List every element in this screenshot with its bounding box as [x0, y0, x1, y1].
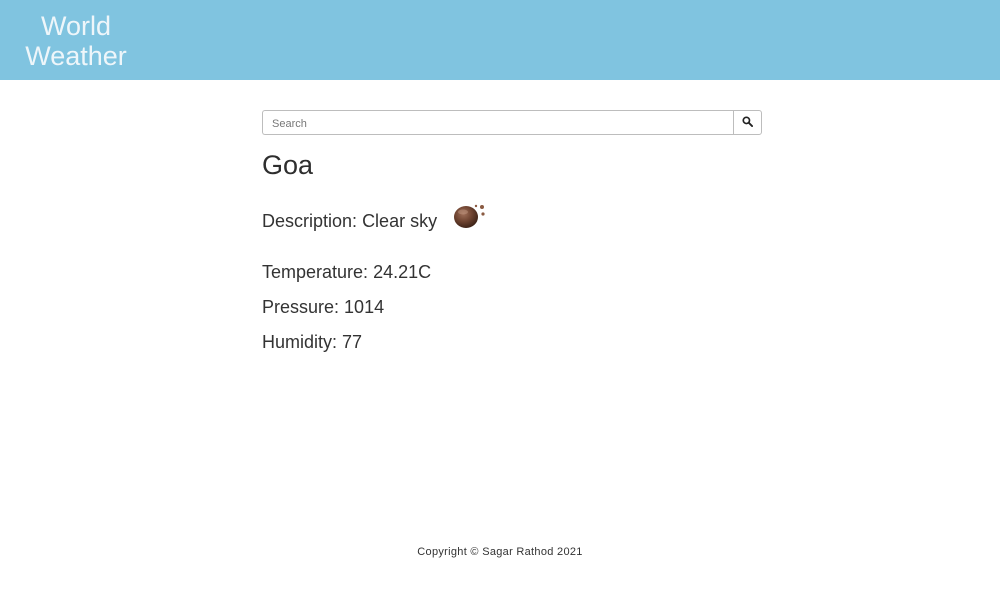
pressure-value: 1014: [344, 297, 385, 317]
description-label: Description:: [262, 211, 358, 231]
brand-line-1: World: [40, 11, 112, 41]
footer-copyright: Copyright © Sagar Rathod 2021: [417, 546, 583, 558]
humidity-value: 77: [342, 332, 363, 352]
search-icon: [742, 114, 753, 132]
temperature-value: 24.21C: [373, 262, 432, 282]
search-form: [262, 110, 762, 135]
humidity-row: Humidity: 77: [262, 331, 362, 353]
clear-sky-weather-icon: [450, 200, 490, 232]
header-bar: World Weather: [0, 0, 1000, 80]
humidity-label: Humidity:: [262, 332, 338, 352]
description-row: Description: Clear sky: [262, 210, 437, 232]
brand-logo[interactable]: World Weather: [0, 11, 152, 71]
pressure-label: Pressure:: [262, 297, 340, 317]
temperature-label: Temperature:: [262, 262, 369, 282]
temperature-row: Temperature: 24.21C: [262, 261, 431, 283]
brand-line-2: Weather: [25, 41, 127, 71]
city-name: Goa: [262, 150, 314, 180]
description-value: Clear sky: [362, 211, 438, 231]
search-button[interactable]: [733, 110, 762, 135]
search-input[interactable]: [262, 110, 733, 135]
pressure-row: Pressure: 1014: [262, 296, 384, 318]
